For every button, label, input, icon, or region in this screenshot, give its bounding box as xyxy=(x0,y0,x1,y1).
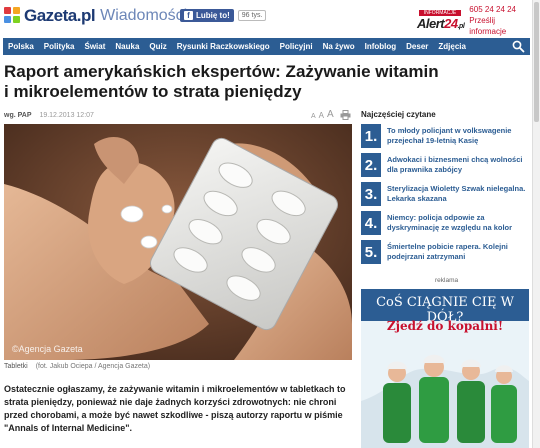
most-read-link[interactable]: Adwokaci i biznesmeni chcą wolności dla … xyxy=(387,155,529,175)
most-read-link[interactable]: Sterylizacja Wioletty Szwak nielegalna. … xyxy=(387,184,529,204)
facebook-like-label: Lubię to! xyxy=(196,11,230,20)
most-read-number: 2. xyxy=(361,153,381,177)
facebook-like: f Lubię to! 96 tys. xyxy=(180,9,267,22)
logo-text: Gazeta.pl xyxy=(24,6,96,25)
alert24-widget[interactable]: INFORMACJE Alert24.pl 605 24 24 24 Prześ… xyxy=(415,4,532,37)
ad-label: reklama xyxy=(435,277,459,284)
alert24-phone: 605 24 24 24 xyxy=(469,5,517,14)
nav-item-zdjecia[interactable]: Zdjęcia xyxy=(438,42,466,51)
nav-item-polityka[interactable]: Polityka xyxy=(44,42,75,51)
most-read-list: 1. To młody policjant w volkswagenie prz… xyxy=(361,124,529,269)
facebook-icon: f xyxy=(184,11,193,20)
article-lead: Ostatecznie ogłaszamy, że zażywanie wita… xyxy=(4,384,346,433)
alert24-send-link[interactable]: Prześlij informacje xyxy=(469,15,532,37)
nav-item-deser[interactable]: Deser xyxy=(406,42,428,51)
most-read-link[interactable]: Niemcy: policja odpowie za dyskryminację… xyxy=(387,213,529,233)
nav-item-polska[interactable]: Polska xyxy=(8,42,34,51)
search-icon[interactable] xyxy=(512,40,525,53)
most-read-item[interactable]: 2. Adwokaci i biznesmeni chcą wolności d… xyxy=(361,153,529,177)
article-photo[interactable]: ©Agencja Gazeta xyxy=(4,124,352,360)
nav-item-na-zywo[interactable]: Na żywo xyxy=(323,42,355,51)
most-read-link[interactable]: To młody policjant w volkswagenie przeje… xyxy=(387,126,529,146)
nav-item-rysunki[interactable]: Rysunki Raczkowskiego xyxy=(177,42,270,51)
article-author: wg. PAP xyxy=(4,112,32,119)
ad-subtitle: Zjedź do kopalni! xyxy=(386,319,504,333)
article-title: Raport amerykańskich ekspertów: Zażywani… xyxy=(4,62,439,101)
section-name[interactable]: Wiadomości xyxy=(100,7,187,25)
nav-item-quiz[interactable]: Quiz xyxy=(149,42,166,51)
vertical-scrollbar[interactable] xyxy=(532,0,540,448)
most-read-number: 3. xyxy=(361,182,381,206)
photo-caption-title: Tabletki xyxy=(4,363,28,370)
gazeta-logo-icon xyxy=(4,7,22,25)
most-read-number: 1. xyxy=(361,124,381,148)
font-size-large-button[interactable]: A xyxy=(327,109,334,120)
browser-page: Gazeta.pl Wiadomości f Lubię to! 96 tys.… xyxy=(0,0,532,448)
nav-item-infoblog[interactable]: Infoblog xyxy=(365,42,397,51)
miners-illustration xyxy=(361,354,529,448)
alert24-brand: Alert24.pl xyxy=(417,15,465,31)
site-logo[interactable]: Gazeta.pl Wiadomości xyxy=(4,6,187,26)
article-date: 19.12.2013 12:07 xyxy=(39,112,94,119)
scrollbar-thumb[interactable] xyxy=(534,2,539,122)
ad-banner[interactable]: CoŚ CIĄGNIE CIĘ W DÓŁ? Zjedź do kopalni! xyxy=(361,289,529,448)
facebook-like-button[interactable]: f Lubię to! xyxy=(180,9,234,22)
photo-caption: Tabletki (fot. Jakub Ociepa / Agencja Ga… xyxy=(4,363,150,370)
font-size-small-button[interactable]: A xyxy=(311,113,316,120)
alert24-text: 605 24 24 24 Prześlij informacje xyxy=(469,4,532,37)
main-nav: Polska Polityka Świat Nauka Quiz Rysunki… xyxy=(3,38,530,55)
most-read-number: 4. xyxy=(361,211,381,235)
article-tools: A A A xyxy=(311,109,351,120)
most-read-number: 5. xyxy=(361,240,381,264)
nav-item-nauka[interactable]: Nauka xyxy=(115,42,139,51)
most-read-link[interactable]: Śmiertelne pobicie rapera. Kolejni podej… xyxy=(387,242,529,262)
alert24-logo: INFORMACJE Alert24.pl xyxy=(415,9,465,32)
pills-in-hands-image xyxy=(4,124,352,360)
print-icon[interactable] xyxy=(340,110,351,120)
nav-item-policyjni[interactable]: Policyjni xyxy=(280,42,313,51)
photo-caption-credit: (fot. Jakub Ociepa / Agencja Gazeta) xyxy=(35,363,151,370)
most-read-item[interactable]: 4. Niemcy: policja odpowie za dyskrymina… xyxy=(361,211,529,235)
photo-watermark: ©Agencja Gazeta xyxy=(12,344,83,354)
facebook-like-count: 96 tys. xyxy=(237,10,267,21)
most-read-item[interactable]: 3. Sterylizacja Wioletty Szwak nielegaln… xyxy=(361,182,529,206)
article-meta: wg. PAP 19.12.2013 12:07 xyxy=(4,112,94,119)
most-read-title: Najczęściej czytane xyxy=(361,110,436,119)
most-read-item[interactable]: 1. To młody policjant w volkswagenie prz… xyxy=(361,124,529,148)
nav-item-swiat[interactable]: Świat xyxy=(84,42,105,51)
site-header: Gazeta.pl Wiadomości f Lubię to! 96 tys.… xyxy=(0,0,532,37)
font-size-medium-button[interactable]: A xyxy=(319,111,324,120)
most-read-item[interactable]: 5. Śmiertelne pobicie rapera. Kolejni po… xyxy=(361,240,529,264)
